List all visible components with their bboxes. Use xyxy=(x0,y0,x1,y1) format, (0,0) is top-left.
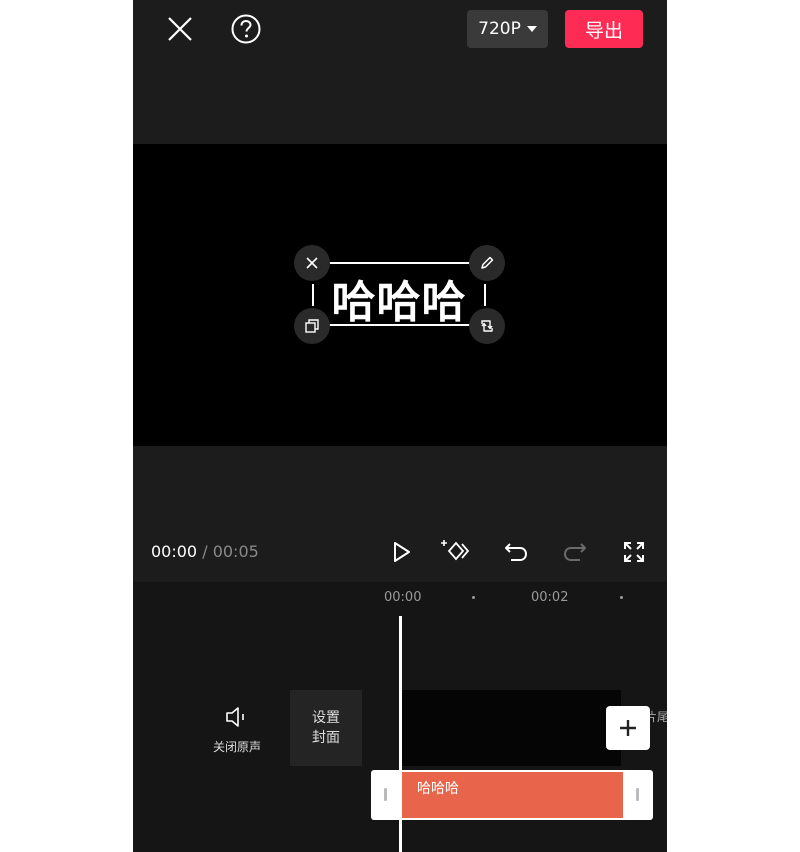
copy-handle-icon[interactable] xyxy=(294,308,330,344)
undo-icon[interactable] xyxy=(500,536,532,568)
plus-icon xyxy=(620,720,636,736)
playhead[interactable] xyxy=(399,616,402,852)
top-bar: 720P 导出 xyxy=(133,0,667,60)
total-time: 00:05 xyxy=(212,542,259,561)
delete-handle-icon[interactable] xyxy=(294,245,330,281)
timeline-panel[interactable]: 00:00 00:02 关闭原声 设置 封面 片尾 哈哈哈 xyxy=(133,582,667,852)
resolution-dropdown[interactable]: 720P xyxy=(467,10,548,48)
video-editor-app: 720P 导出 哈哈哈 00:00 / 00:05 00:00 00:02 关闭… xyxy=(133,0,667,852)
set-cover-button[interactable]: 设置 封面 xyxy=(290,690,362,766)
redo-icon[interactable] xyxy=(559,536,591,568)
speaker-icon xyxy=(226,707,244,727)
play-icon[interactable] xyxy=(385,536,417,568)
fullscreen-icon[interactable] xyxy=(618,536,650,568)
rotate-scale-handle-icon[interactable] xyxy=(469,308,505,344)
video-track-clip[interactable] xyxy=(401,690,621,766)
tick-dot xyxy=(472,596,475,599)
time-display: 00:00 / 00:05 xyxy=(151,542,259,561)
close-icon[interactable] xyxy=(163,12,197,46)
text-track-clip[interactable]: 哈哈哈 xyxy=(371,770,653,820)
time-separator: / xyxy=(202,542,208,561)
current-time: 00:00 xyxy=(151,542,198,561)
mute-original-sound-button[interactable]: 关闭原声 xyxy=(211,706,263,755)
keyframe-icon[interactable] xyxy=(439,536,471,568)
left-trim-handle[interactable] xyxy=(384,788,387,801)
right-trim-handle[interactable] xyxy=(636,788,639,801)
tick-dot xyxy=(620,596,623,599)
time-tick: 00:02 xyxy=(531,590,569,605)
text-selection-box[interactable]: 哈哈哈 xyxy=(312,262,486,328)
add-clip-button[interactable] xyxy=(606,706,650,750)
export-button[interactable]: 导出 xyxy=(565,10,643,48)
help-icon[interactable] xyxy=(229,12,263,46)
text-clip-label: 哈哈哈 xyxy=(417,781,459,797)
caret-down-icon xyxy=(526,26,537,32)
edit-pencil-icon[interactable] xyxy=(469,245,505,281)
overlay-text[interactable]: 哈哈哈 xyxy=(312,266,486,330)
cover-label-line2: 封面 xyxy=(312,730,340,746)
selection-border-top xyxy=(328,262,470,264)
time-tick: 00:00 xyxy=(384,590,422,605)
cover-label-line1: 设置 xyxy=(312,710,340,726)
resolution-value: 720P xyxy=(478,19,521,39)
mute-label: 关闭原声 xyxy=(212,740,261,754)
